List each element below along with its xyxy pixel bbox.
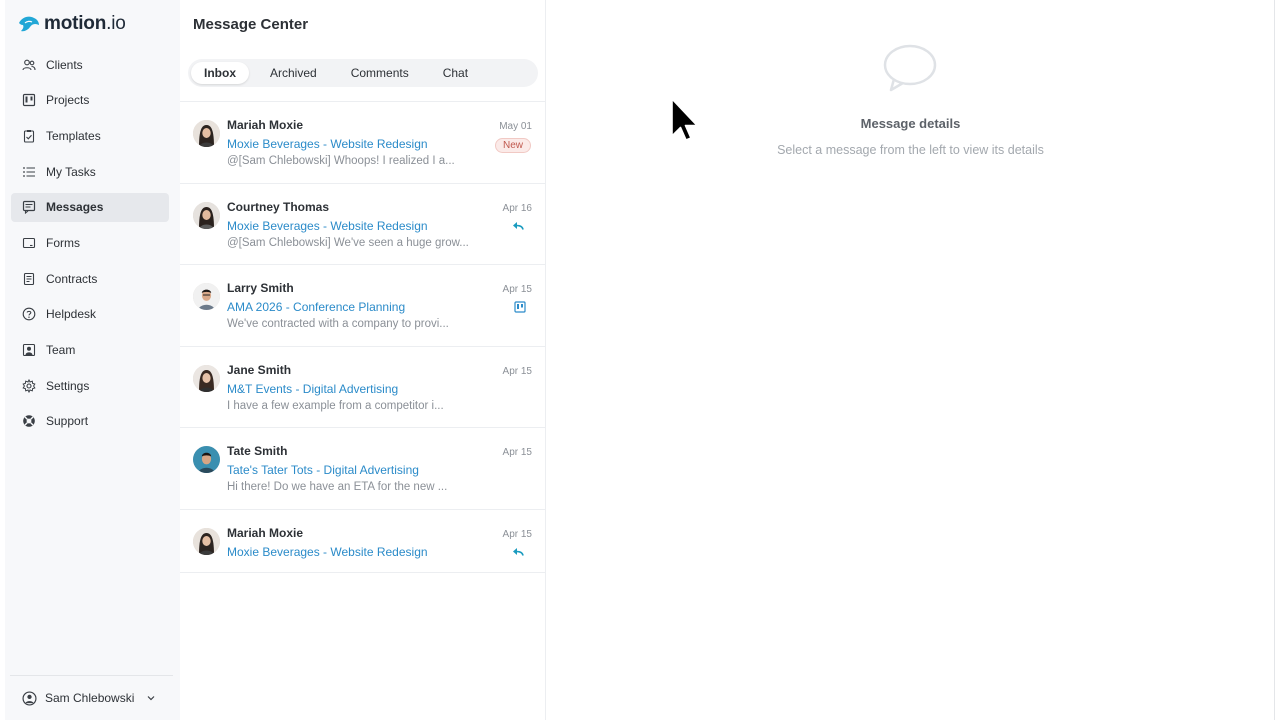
message-preview: We've contracted with a company to provi… bbox=[227, 318, 449, 331]
project-link[interactable]: Moxie Beverages - Website Redesign bbox=[227, 137, 428, 151]
sidebar-item-settings[interactable]: Settings bbox=[11, 371, 169, 400]
logo-text: motion.io bbox=[44, 13, 126, 34]
sidebar-item-label: Messages bbox=[46, 200, 104, 215]
sidebar-item-label: My Tasks bbox=[46, 164, 96, 179]
sidebar-item-support[interactable]: Support bbox=[11, 407, 169, 436]
tab-comments[interactable]: Comments bbox=[338, 62, 422, 84]
message-preview: @[Sam Chlebowski] We've seen a huge grow… bbox=[227, 236, 469, 249]
message-date: Apr 15 bbox=[502, 528, 532, 540]
avatar bbox=[193, 364, 220, 392]
avatar bbox=[193, 283, 220, 311]
sidebar-item-label: Settings bbox=[46, 378, 90, 393]
message-list-panel: Message Center Inbox Archived Comments C… bbox=[180, 0, 546, 720]
tab-chat[interactable]: Chat bbox=[430, 62, 481, 84]
sender-name: Jane Smith bbox=[227, 362, 292, 377]
sender-name: Larry Smith bbox=[227, 281, 294, 296]
mouse-cursor-icon bbox=[671, 98, 698, 141]
message-tabs: Inbox Archived Comments Chat bbox=[188, 59, 538, 87]
user-avatar-icon bbox=[22, 690, 37, 706]
sender-name: Mariah Moxie bbox=[227, 525, 304, 540]
avatar bbox=[193, 446, 220, 474]
team-icon bbox=[22, 343, 36, 357]
project-link[interactable]: Tate's Tater Tots - Digital Advertising bbox=[227, 463, 419, 477]
messages-icon bbox=[22, 201, 36, 215]
tab-archived[interactable]: Archived bbox=[257, 62, 330, 84]
sidebar-item-label: Team bbox=[46, 343, 76, 357]
sidebar-item-label: Forms bbox=[46, 235, 80, 250]
sidebar-item-forms[interactable]: Forms bbox=[11, 228, 169, 257]
message-date: Apr 15 bbox=[502, 284, 532, 296]
logo[interactable]: motion.io bbox=[18, 12, 126, 36]
message-date: Apr 16 bbox=[502, 202, 532, 214]
status-badge: New bbox=[494, 138, 531, 153]
lifebuoy-icon bbox=[23, 415, 35, 428]
project-link[interactable]: M&T Events - Digital Advertising bbox=[227, 382, 398, 396]
avatar bbox=[193, 201, 220, 229]
sidebar-item-messages[interactable]: Messages bbox=[11, 192, 169, 222]
sidebar-item-helpdesk[interactable]: Helpdesk bbox=[11, 300, 169, 329]
sender-name: Courtney Thomas bbox=[227, 199, 330, 214]
form-icon bbox=[22, 237, 36, 248]
list-item[interactable]: Mariah Moxie Moxie Beverages - Website R… bbox=[180, 102, 546, 184]
message-preview: I have a few example from a competitor i… bbox=[227, 399, 444, 412]
clipboard-icon bbox=[23, 129, 35, 143]
message-date: Apr 15 bbox=[502, 365, 532, 377]
reply-icon bbox=[513, 221, 524, 230]
user-name: Sam Chlebowski bbox=[45, 691, 135, 705]
message-preview: Hi there! Do we have an ETA for the new … bbox=[227, 481, 448, 494]
avatar bbox=[193, 527, 220, 555]
sidebar: motion.io Clients Projects Templates My … bbox=[5, 0, 180, 720]
gear-icon bbox=[22, 378, 36, 393]
sidebar-item-contracts[interactable]: Contracts bbox=[11, 264, 169, 293]
detail-title: Message details bbox=[860, 116, 961, 131]
sidebar-item-my-tasks[interactable]: My Tasks bbox=[11, 157, 169, 186]
document-icon bbox=[23, 272, 35, 285]
message-date: Apr 15 bbox=[502, 447, 532, 459]
message-list: Mariah Moxie Moxie Beverages - Website R… bbox=[180, 101, 546, 573]
board-icon bbox=[514, 301, 526, 313]
page-title: Message Center bbox=[193, 16, 309, 33]
sidebar-item-label: Helpdesk bbox=[46, 307, 97, 322]
user-menu[interactable]: Sam Chlebowski bbox=[10, 675, 173, 720]
avatar bbox=[193, 120, 220, 147]
chevron-down-icon[interactable] bbox=[146, 693, 156, 703]
help-icon bbox=[22, 307, 36, 321]
reply-icon bbox=[513, 547, 524, 556]
sidebar-item-label: Support bbox=[46, 414, 89, 429]
sender-name: Mariah Moxie bbox=[227, 118, 304, 132]
sidebar-item-team[interactable]: Team bbox=[11, 336, 169, 365]
sender-name: Tate Smith bbox=[227, 444, 288, 459]
list-item[interactable]: Mariah Moxie Moxie Beverages - Website R… bbox=[180, 510, 546, 573]
chat-bubble-icon bbox=[883, 44, 937, 92]
logo-bird-icon bbox=[19, 16, 39, 32]
tab-inbox[interactable]: Inbox bbox=[191, 62, 249, 84]
list-item[interactable]: Tate Smith Tate's Tater Tots - Digital A… bbox=[180, 428, 546, 510]
project-link[interactable]: Moxie Beverages - Website Redesign bbox=[227, 545, 428, 559]
sidebar-item-clients[interactable]: Clients bbox=[11, 50, 169, 79]
list-item[interactable]: Courtney Thomas Moxie Beverages - Websit… bbox=[180, 184, 546, 266]
sidebar-item-label: Contracts bbox=[46, 271, 98, 286]
sidebar-item-projects[interactable]: Projects bbox=[11, 86, 169, 115]
message-detail-panel: Message details Select a message from th… bbox=[546, 0, 1275, 720]
project-link[interactable]: AMA 2026 - Conference Planning bbox=[227, 300, 405, 314]
board-icon bbox=[22, 94, 36, 107]
sidebar-nav: Clients Projects Templates My Tasks Mess… bbox=[11, 50, 169, 443]
users-icon bbox=[22, 59, 36, 70]
detail-subtitle: Select a message from the left to view i… bbox=[777, 143, 1044, 157]
sidebar-item-label: Projects bbox=[46, 93, 90, 108]
message-preview: @[Sam Chlebowski] Whoops! I realized I a… bbox=[227, 155, 455, 167]
sidebar-item-label: Clients bbox=[46, 57, 83, 72]
sidebar-item-templates[interactable]: Templates bbox=[11, 121, 169, 150]
sidebar-item-label: Templates bbox=[46, 128, 101, 143]
list-item[interactable]: Larry Smith AMA 2026 - Conference Planni… bbox=[180, 265, 546, 347]
message-date: May 01 bbox=[499, 121, 532, 132]
list-icon bbox=[23, 166, 35, 177]
project-link[interactable]: Moxie Beverages - Website Redesign bbox=[227, 219, 428, 233]
list-item[interactable]: Jane Smith M&T Events - Digital Advertis… bbox=[180, 347, 546, 429]
